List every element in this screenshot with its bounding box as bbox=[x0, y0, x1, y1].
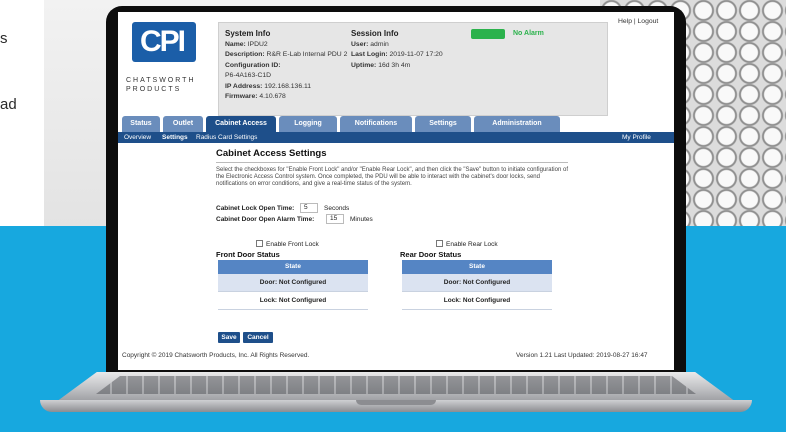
session-user: admin bbox=[370, 40, 389, 48]
tab-administration[interactable]: Administration bbox=[474, 116, 560, 132]
copyright: Copyright © 2019 Chatsworth Products, In… bbox=[122, 352, 310, 359]
version-info: Version 1.21 Last Updated: 2019-08-27 16… bbox=[516, 352, 648, 359]
brand-logo: CPI bbox=[132, 22, 196, 70]
alarm-status-icon bbox=[471, 29, 505, 39]
top-links: Help | Logout bbox=[618, 18, 658, 25]
save-button[interactable]: Save bbox=[218, 332, 240, 343]
system-description: R&R E-Lab Internal PDU 2 bbox=[266, 51, 348, 58]
system-info: System Info Name: IPDU2 Description: R&R… bbox=[225, 29, 355, 103]
enable-rear-lock[interactable]: Enable Rear Lock bbox=[436, 240, 498, 248]
rear-door-status-title: Rear Door Status bbox=[400, 250, 462, 259]
brand-name: CHATSWORTH PRODUCTS bbox=[126, 76, 206, 94]
background-text-line: s bbox=[0, 30, 8, 47]
config-id: P6-4A163-C1D bbox=[225, 72, 272, 79]
table-row: Door: Not Configured bbox=[218, 274, 368, 292]
subnav-settings[interactable]: Settings bbox=[162, 132, 188, 143]
front-door-status-title: Front Door Status bbox=[216, 250, 280, 259]
help-link[interactable]: Help bbox=[618, 18, 632, 25]
uptime-label: Uptime: bbox=[351, 61, 377, 69]
last-login-label: Last Login: bbox=[351, 51, 388, 58]
tab-notifications[interactable]: Notifications bbox=[340, 116, 412, 132]
logout-link[interactable]: Logout bbox=[638, 18, 659, 25]
info-panel: System Info Name: IPDU2 Description: R&R… bbox=[218, 22, 608, 116]
last-login: 2019-11-07 17:20 bbox=[389, 51, 443, 58]
door-alarm-time-input[interactable]: 15 bbox=[326, 214, 344, 224]
alarm-status: No Alarm bbox=[513, 30, 544, 37]
system-info-heading: System Info bbox=[225, 29, 271, 38]
tab-logging[interactable]: Logging bbox=[279, 116, 337, 132]
tab-settings[interactable]: Settings bbox=[415, 116, 471, 132]
rear-lock-checkbox[interactable] bbox=[436, 240, 443, 247]
front-lock-checkbox[interactable] bbox=[256, 240, 263, 247]
table-header: State bbox=[218, 260, 368, 274]
config-label: Configuration ID: bbox=[225, 61, 281, 69]
brand-name-line: CHATSWORTH bbox=[126, 77, 196, 84]
laptop-opening-notch bbox=[356, 400, 436, 405]
brand-name-line: PRODUCTS bbox=[126, 86, 182, 93]
page-content: Cabinet Access Settings Select the check… bbox=[216, 148, 568, 189]
ip-address: 192.168.136.11 bbox=[264, 82, 312, 90]
enable-front-lock-label: Enable Front Lock bbox=[266, 241, 319, 248]
door-alarm-time-label: Cabinet Door Open Alarm Time: bbox=[216, 216, 315, 223]
user-label: User: bbox=[351, 40, 369, 48]
table-row: Door: Not Configured bbox=[402, 274, 552, 292]
logo-icon: CPI bbox=[132, 22, 196, 62]
rear-door-status-table: State Door: Not Configured Lock: Not Con… bbox=[402, 260, 552, 310]
ip-label: IP Address: bbox=[225, 82, 263, 90]
lock-open-time-unit: Seconds bbox=[324, 205, 350, 212]
lock-open-time-row: Cabinet Lock Open Time: 5 Seconds bbox=[216, 203, 349, 213]
tab-cabinet-access[interactable]: Cabinet Access bbox=[206, 116, 276, 132]
lock-open-time-label: Cabinet Lock Open Time: bbox=[216, 205, 295, 212]
system-name: IPDU2 bbox=[247, 40, 268, 48]
subnav-radius-card-settings[interactable]: Radius Card Settings bbox=[196, 132, 257, 143]
enable-rear-lock-label: Enable Rear Lock bbox=[446, 241, 498, 248]
tab-status[interactable]: Status bbox=[122, 116, 160, 132]
tab-outlet[interactable]: Outlet bbox=[163, 116, 203, 132]
session-info: Session Info User: admin Last Login: 201… bbox=[351, 29, 471, 71]
table-row: Lock: Not Configured bbox=[402, 292, 552, 310]
subnav-my-profile[interactable]: My Profile bbox=[622, 132, 651, 143]
subnav-overview[interactable]: Overview bbox=[124, 132, 151, 143]
laptop-screen: CPI CHATSWORTH PRODUCTS System Info Name… bbox=[118, 12, 674, 370]
description-label: Description: bbox=[225, 51, 265, 58]
sub-navigation: Overview Settings Radius Card Settings M… bbox=[118, 132, 674, 143]
front-door-status-table: State Door: Not Configured Lock: Not Con… bbox=[218, 260, 368, 310]
background-text-line: ad bbox=[0, 96, 17, 113]
page-description: Select the checkboxes for "Enable Front … bbox=[216, 167, 568, 188]
enable-front-lock[interactable]: Enable Front Lock bbox=[256, 240, 319, 248]
lock-open-time-input[interactable]: 5 bbox=[300, 203, 318, 213]
laptop-keyboard bbox=[96, 376, 696, 394]
logo-mark: CPI bbox=[140, 25, 186, 58]
firmware-label: Firmware: bbox=[225, 93, 258, 100]
door-alarm-time-row: Cabinet Door Open Alarm Time: 15 Minutes bbox=[216, 214, 373, 224]
table-row: Lock: Not Configured bbox=[218, 292, 368, 310]
table-header: State bbox=[402, 260, 552, 274]
main-tabs: Status Outlet Cabinet Access Logging Not… bbox=[118, 116, 674, 132]
page-title: Cabinet Access Settings bbox=[216, 148, 568, 163]
door-alarm-time-unit: Minutes bbox=[350, 216, 373, 223]
cancel-button[interactable]: Cancel bbox=[243, 332, 273, 343]
firmware-version: 4.10.678 bbox=[259, 93, 286, 100]
uptime: 16d 3h 4m bbox=[378, 61, 411, 69]
session-info-heading: Session Info bbox=[351, 29, 399, 38]
name-label: Name: bbox=[225, 40, 246, 48]
header: CPI CHATSWORTH PRODUCTS System Info Name… bbox=[118, 12, 674, 116]
